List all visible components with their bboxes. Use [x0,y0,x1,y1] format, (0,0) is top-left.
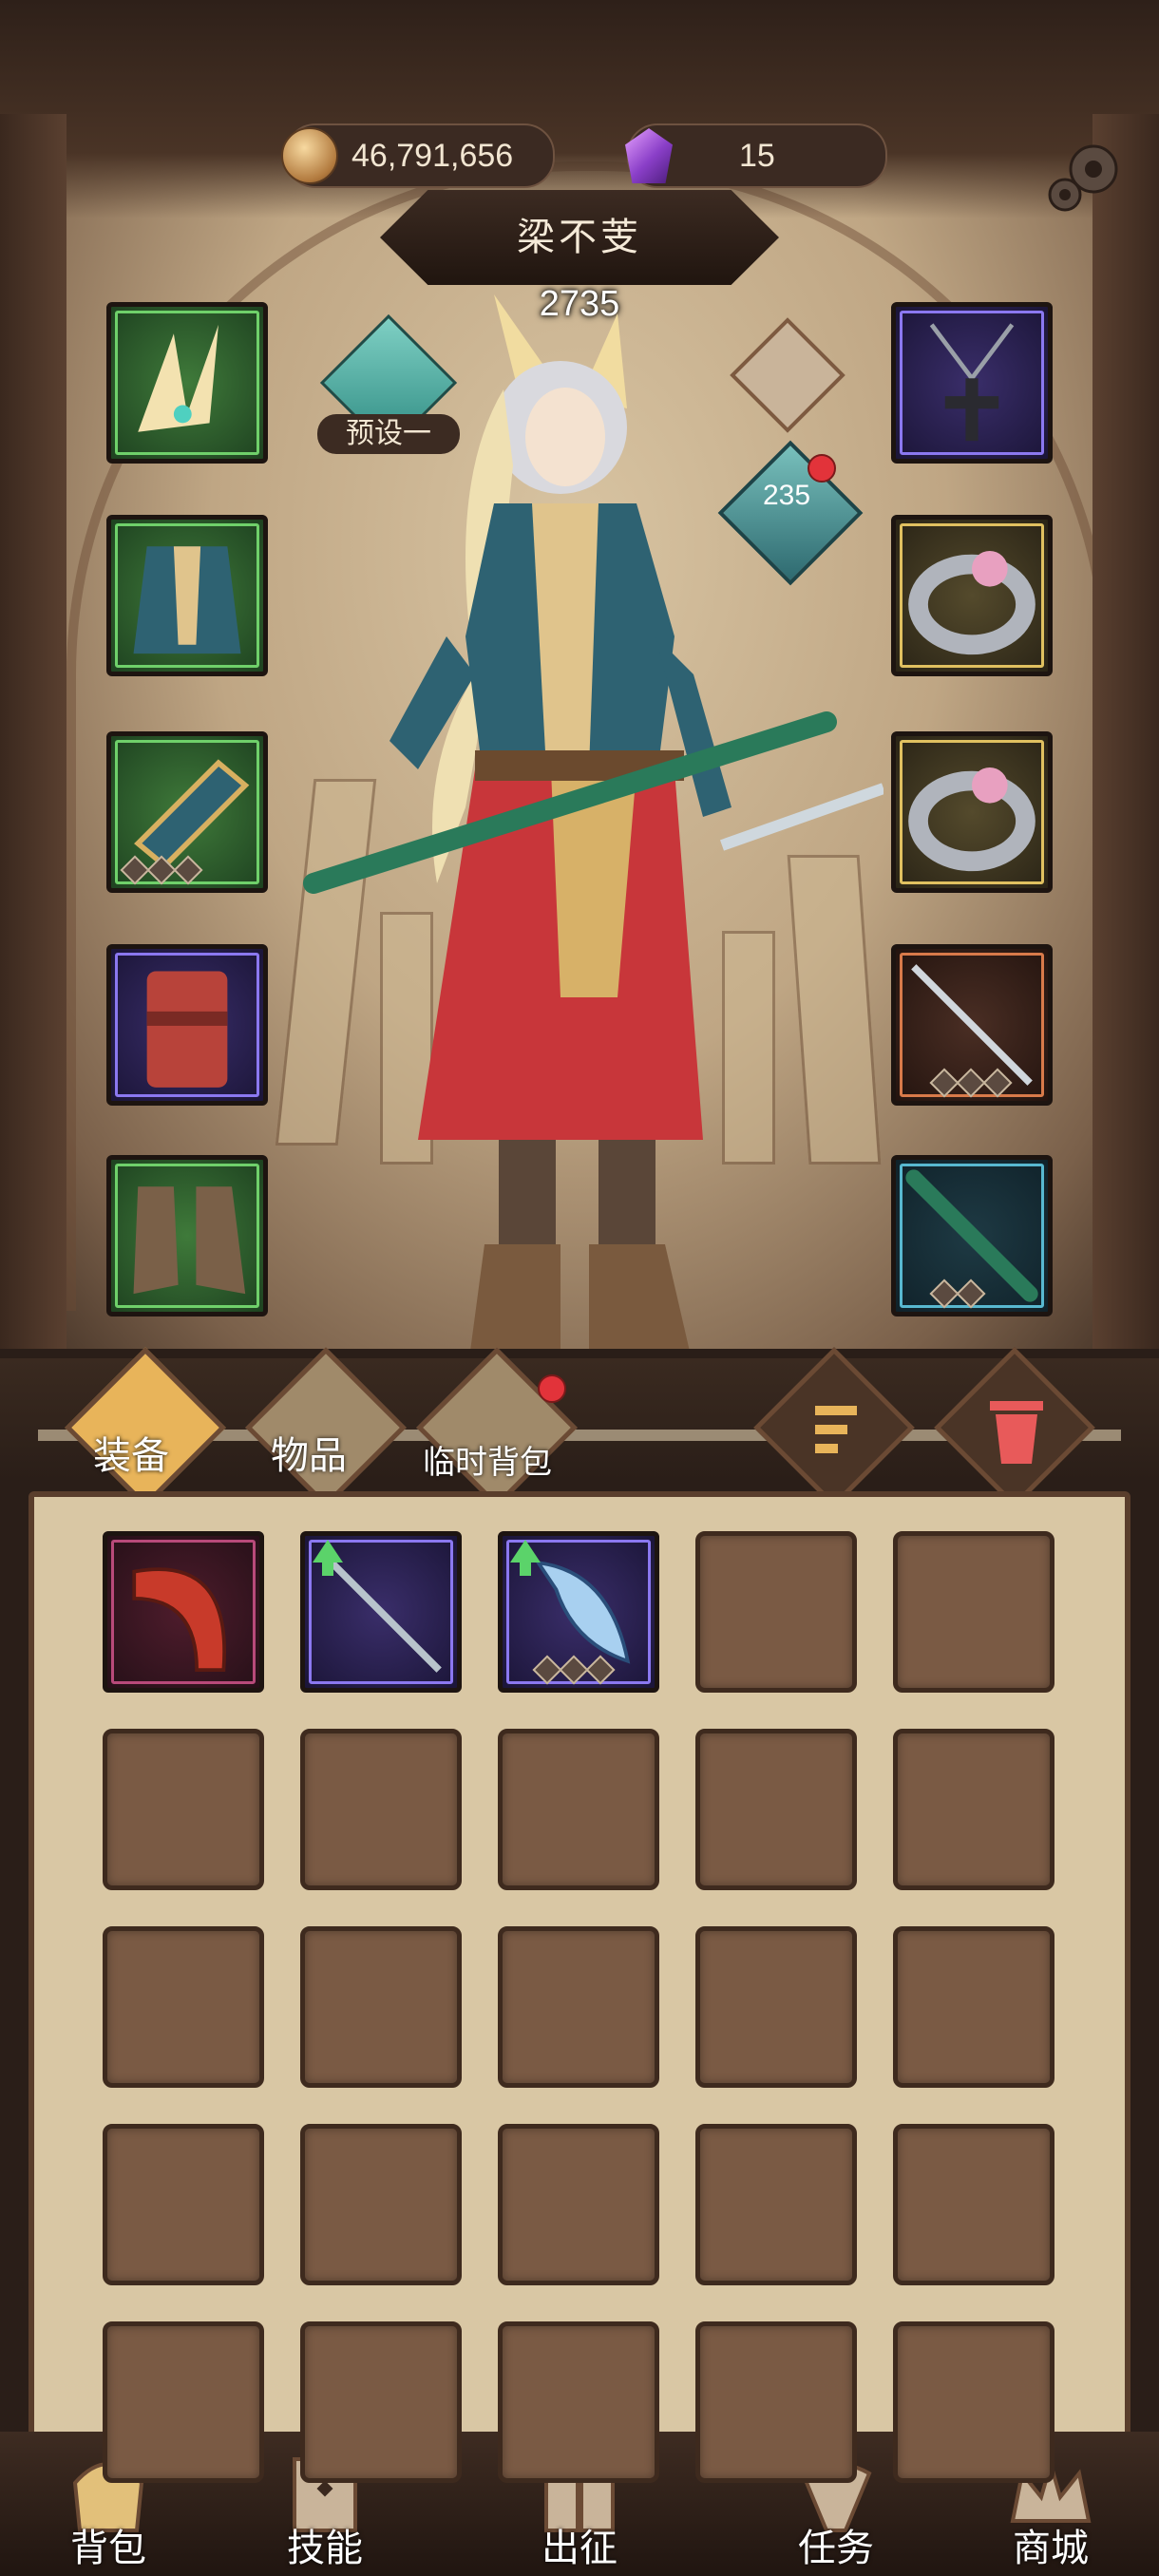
tab-items[interactable]: 物品 [271,1425,347,1480]
inventory-empty-slot[interactable] [893,1926,1054,2088]
cross-necklace-icon [929,323,1015,442]
inventory-empty-slot[interactable] [695,2321,857,2483]
gold-counter[interactable]: 46,791,656 [281,123,555,188]
inventory-empty-slot[interactable] [103,1926,264,2088]
equip-slot-offhand[interactable] [891,1155,1053,1316]
upgrade-arrow-icon [313,1540,343,1576]
inventory-empty-slot[interactable] [103,1729,264,1890]
settings-gear-icon[interactable] [1041,133,1127,218]
inventory-empty-slot[interactable] [103,2124,264,2285]
armor-icon [133,546,241,654]
upgrade-arrow-icon [510,1540,541,1576]
nav-skills-label: 技能 [287,2528,363,2569]
inventory-empty-slot[interactable] [300,1926,462,2088]
inventory-empty-slot[interactable] [893,2124,1054,2285]
hero-character-portrait [303,294,884,1387]
tab-equipment[interactable]: 装备 [93,1425,169,1480]
top-frame [0,0,1159,218]
nav-bag-label: 背包 [70,2528,146,2569]
boots-icon [133,1186,246,1295]
inventory-empty-slot[interactable] [893,1531,1054,1693]
equip-slot-boots[interactable] [106,1155,268,1316]
bracer-stars [120,855,203,885]
inventory-empty-slot[interactable] [695,1729,857,1890]
inventory-empty-slot[interactable] [893,2321,1054,2483]
tab-temp-bag[interactable]: 临时背包 [423,1436,552,1483]
inventory-item-sword-item[interactable] [300,1531,462,1693]
character-name: 梁不芰 [517,217,642,258]
nav-expedition-label: 出征 [542,2528,618,2569]
inventory-item-blade-item[interactable] [498,1531,659,1693]
inventory-item-horn-item[interactable] [103,1531,264,1693]
equip-slot-belt[interactable] [106,944,268,1106]
sword-stars [929,1068,1013,1098]
inventory-empty-slot[interactable] [498,1729,659,1890]
right-frame [1092,114,1159,1368]
inventory-empty-slot[interactable] [498,2124,659,2285]
ring-icon [908,550,1036,655]
scabbard-stars [929,1279,986,1309]
nav-tasks-label: 任务 [798,2528,874,2569]
inventory-empty-slot[interactable] [498,1926,659,2088]
gold-amount: 46,791,656 [352,137,514,174]
gem-amount: 15 [739,137,775,174]
inventory-empty-slot[interactable] [695,1531,857,1693]
equip-slot-ring-1[interactable] [891,515,1053,676]
horn-headgear-icon [138,324,218,432]
inventory-empty-slot[interactable] [300,2124,462,2285]
inventory-empty-slot[interactable] [695,1926,857,2088]
equip-slot-headgear[interactable] [106,302,268,464]
character-name-plate: 梁不芰 [380,190,779,285]
inventory-empty-slot[interactable] [300,2321,462,2483]
equip-slot-armor[interactable] [106,515,268,676]
belt-icon [146,971,228,1088]
sort-icon [815,1406,857,1453]
inventory-empty-slot[interactable] [498,2321,659,2483]
inventory-empty-slot[interactable] [103,2321,264,2483]
left-frame [0,114,66,1368]
ring-icon [908,767,1036,872]
equip-slot-ring-2[interactable] [891,731,1053,893]
nav-shop-label: 商城 [1013,2528,1089,2569]
inventory-empty-slot[interactable] [893,1729,1054,1890]
trash-icon [990,1401,1043,1464]
item-stars [532,1655,616,1685]
equip-slot-bracer[interactable] [106,731,268,893]
temp-bag-notification-dot [538,1374,566,1403]
inventory-empty-slot[interactable] [300,1729,462,1890]
equip-slot-necklace[interactable] [891,302,1053,464]
gem-counter[interactable]: 15 [625,123,887,188]
equip-slot-weapon[interactable] [891,944,1053,1106]
purple-gem-icon [625,128,673,183]
gold-coin-icon [281,127,338,184]
inventory-empty-slot[interactable] [695,2124,857,2285]
horn-item-icon [132,1567,226,1673]
